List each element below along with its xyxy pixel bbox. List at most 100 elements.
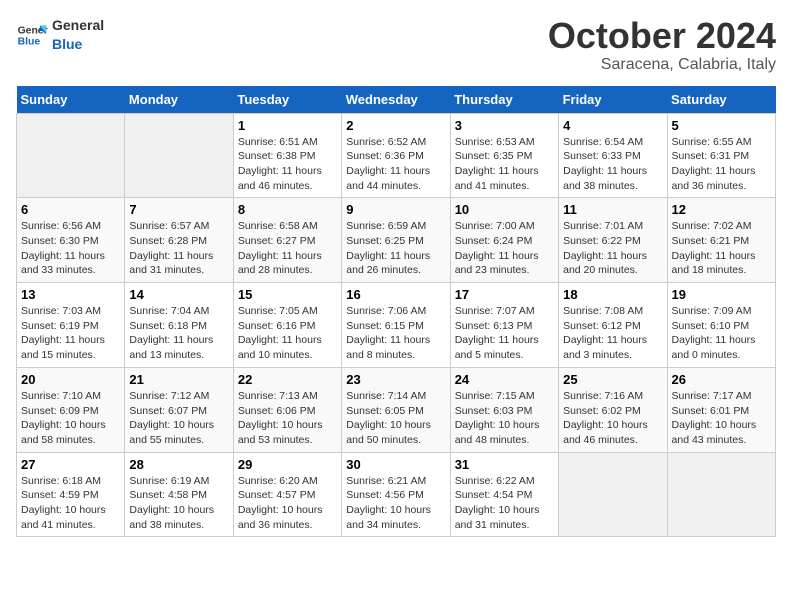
day-header-tuesday: Tuesday xyxy=(233,86,341,114)
day-number: 20 xyxy=(21,372,120,387)
day-info: Sunrise: 6:21 AM Sunset: 4:56 PM Dayligh… xyxy=(346,474,445,533)
day-info: Sunrise: 7:14 AM Sunset: 6:05 PM Dayligh… xyxy=(346,389,445,448)
day-number: 28 xyxy=(129,457,228,472)
calendar-cell: 16Sunrise: 7:06 AM Sunset: 6:15 PM Dayli… xyxy=(342,283,450,368)
logo-blue-text: Blue xyxy=(52,36,82,52)
day-number: 11 xyxy=(563,202,662,217)
calendar-cell: 12 Sunrise: 7:02 AM Sunset: 6:21 PM Dayli… xyxy=(667,198,775,283)
day-number: 24 xyxy=(455,372,554,387)
day-info: Sunrise: 6:57 AM Sunset: 6:28 PM Dayligh… xyxy=(129,219,228,278)
day-number: 4 xyxy=(563,118,662,133)
calendar-cell: 4 Sunrise: 6:54 AM Sunset: 6:33 PM Daylig… xyxy=(559,113,667,198)
calendar-cell: 24Sunrise: 7:15 AM Sunset: 6:03 PM Dayli… xyxy=(450,367,558,452)
day-number: 30 xyxy=(346,457,445,472)
logo: General Blue General Blue xyxy=(16,16,104,54)
calendar-cell: 23 Sunrise: 7:14 AM Sunset: 6:05 PM Dayli… xyxy=(342,367,450,452)
day-number: 3 xyxy=(455,118,554,133)
day-header-wednesday: Wednesday xyxy=(342,86,450,114)
day-number: 26 xyxy=(672,372,771,387)
day-header-saturday: Saturday xyxy=(667,86,775,114)
day-number: 5 xyxy=(672,118,771,133)
days-header-row: SundayMondayTuesdayWednesdayThursdayFrid… xyxy=(17,86,776,114)
calendar-cell: 3 Sunrise: 6:53 AM Sunset: 6:35 PM Daylig… xyxy=(450,113,558,198)
day-info: Sunrise: 7:12 AM Sunset: 6:07 PM Dayligh… xyxy=(129,389,228,448)
day-info: Sunrise: 7:13 AM Sunset: 6:06 PM Dayligh… xyxy=(238,389,337,448)
day-info: Sunrise: 6:59 AM Sunset: 6:25 PM Dayligh… xyxy=(346,219,445,278)
day-number: 18 xyxy=(563,287,662,302)
day-number: 6 xyxy=(21,202,120,217)
calendar-cell: 19 Sunrise: 7:09 AM Sunset: 6:10 PM Dayli… xyxy=(667,283,775,368)
logo-icon: General Blue xyxy=(16,19,48,51)
day-number: 13 xyxy=(21,287,120,302)
day-number: 31 xyxy=(455,457,554,472)
day-info: Sunrise: 7:10 AM Sunset: 6:09 PM Dayligh… xyxy=(21,389,120,448)
day-info: Sunrise: 7:00 AM Sunset: 6:24 PM Dayligh… xyxy=(455,219,554,278)
calendar-cell: 29Sunrise: 6:20 AM Sunset: 4:57 PM Dayli… xyxy=(233,452,341,537)
calendar-cell: 8Sunrise: 6:58 AM Sunset: 6:27 PM Daylig… xyxy=(233,198,341,283)
day-info: Sunrise: 6:52 AM Sunset: 6:36 PM Dayligh… xyxy=(346,135,445,194)
day-number: 23 xyxy=(346,372,445,387)
calendar-cell: 27 Sunrise: 6:18 AM Sunset: 4:59 PM Dayli… xyxy=(17,452,125,537)
day-number: 14 xyxy=(129,287,228,302)
day-number: 9 xyxy=(346,202,445,217)
day-number: 21 xyxy=(129,372,228,387)
day-info: Sunrise: 6:19 AM Sunset: 4:58 PM Dayligh… xyxy=(129,474,228,533)
calendar-cell: 2 Sunrise: 6:52 AM Sunset: 6:36 PM Daylig… xyxy=(342,113,450,198)
day-info: Sunrise: 7:08 AM Sunset: 6:12 PM Dayligh… xyxy=(563,304,662,363)
week-row-5: 27 Sunrise: 6:18 AM Sunset: 4:59 PM Dayli… xyxy=(17,452,776,537)
calendar-table: SundayMondayTuesdayWednesdayThursdayFrid… xyxy=(16,86,776,538)
day-info: Sunrise: 7:05 AM Sunset: 6:16 PM Dayligh… xyxy=(238,304,337,363)
day-info: Sunrise: 7:02 AM Sunset: 6:21 PM Dayligh… xyxy=(672,219,771,278)
day-info: Sunrise: 7:17 AM Sunset: 6:01 PM Dayligh… xyxy=(672,389,771,448)
day-header-friday: Friday xyxy=(559,86,667,114)
day-info: Sunrise: 6:51 AM Sunset: 6:38 PM Dayligh… xyxy=(238,135,337,194)
calendar-cell: 26 Sunrise: 7:17 AM Sunset: 6:01 PM Dayli… xyxy=(667,367,775,452)
calendar-cell: 10 Sunrise: 7:00 AM Sunset: 6:24 PM Dayli… xyxy=(450,198,558,283)
day-info: Sunrise: 7:09 AM Sunset: 6:10 PM Dayligh… xyxy=(672,304,771,363)
day-number: 1 xyxy=(238,118,337,133)
week-row-3: 13 Sunrise: 7:03 AM Sunset: 6:19 PM Dayli… xyxy=(17,283,776,368)
calendar-cell: 18 Sunrise: 7:08 AM Sunset: 6:12 PM Dayli… xyxy=(559,283,667,368)
day-info: Sunrise: 6:55 AM Sunset: 6:31 PM Dayligh… xyxy=(672,135,771,194)
calendar-cell: 7Sunrise: 6:57 AM Sunset: 6:28 PM Daylig… xyxy=(125,198,233,283)
day-info: Sunrise: 6:54 AM Sunset: 6:33 PM Dayligh… xyxy=(563,135,662,194)
day-number: 22 xyxy=(238,372,337,387)
day-info: Sunrise: 7:07 AM Sunset: 6:13 PM Dayligh… xyxy=(455,304,554,363)
calendar-cell: 15 Sunrise: 7:05 AM Sunset: 6:16 PM Dayli… xyxy=(233,283,341,368)
day-number: 19 xyxy=(672,287,771,302)
calendar-cell xyxy=(125,113,233,198)
week-row-2: 6Sunrise: 6:56 AM Sunset: 6:30 PM Daylig… xyxy=(17,198,776,283)
day-number: 2 xyxy=(346,118,445,133)
day-number: 17 xyxy=(455,287,554,302)
calendar-cell: 22 Sunrise: 7:13 AM Sunset: 6:06 PM Dayli… xyxy=(233,367,341,452)
calendar-cell: 21 Sunrise: 7:12 AM Sunset: 6:07 PM Dayli… xyxy=(125,367,233,452)
day-header-monday: Monday xyxy=(125,86,233,114)
day-header-thursday: Thursday xyxy=(450,86,558,114)
calendar-cell: 5 Sunrise: 6:55 AM Sunset: 6:31 PM Daylig… xyxy=(667,113,775,198)
day-info: Sunrise: 6:22 AM Sunset: 4:54 PM Dayligh… xyxy=(455,474,554,533)
month-title: October 2024 xyxy=(548,16,776,56)
svg-text:Blue: Blue xyxy=(18,37,41,48)
calendar-cell: 25 Sunrise: 7:16 AM Sunset: 6:02 PM Dayli… xyxy=(559,367,667,452)
day-number: 27 xyxy=(21,457,120,472)
logo-general-text: General xyxy=(52,17,104,33)
calendar-cell: 17 Sunrise: 7:07 AM Sunset: 6:13 PM Dayli… xyxy=(450,283,558,368)
day-number: 25 xyxy=(563,372,662,387)
day-info: Sunrise: 7:16 AM Sunset: 6:02 PM Dayligh… xyxy=(563,389,662,448)
day-info: Sunrise: 7:03 AM Sunset: 6:19 PM Dayligh… xyxy=(21,304,120,363)
page-header: General Blue General Blue October 2024 S… xyxy=(16,16,776,74)
day-info: Sunrise: 6:18 AM Sunset: 4:59 PM Dayligh… xyxy=(21,474,120,533)
calendar-cell: 31 Sunrise: 6:22 AM Sunset: 4:54 PM Dayli… xyxy=(450,452,558,537)
day-header-sunday: Sunday xyxy=(17,86,125,114)
day-number: 12 xyxy=(672,202,771,217)
calendar-cell: 28 Sunrise: 6:19 AM Sunset: 4:58 PM Dayli… xyxy=(125,452,233,537)
calendar-cell: 30 Sunrise: 6:21 AM Sunset: 4:56 PM Dayli… xyxy=(342,452,450,537)
day-number: 10 xyxy=(455,202,554,217)
calendar-cell: 13 Sunrise: 7:03 AM Sunset: 6:19 PM Dayli… xyxy=(17,283,125,368)
day-info: Sunrise: 7:06 AM Sunset: 6:15 PM Dayligh… xyxy=(346,304,445,363)
calendar-cell xyxy=(667,452,775,537)
day-info: Sunrise: 7:04 AM Sunset: 6:18 PM Dayligh… xyxy=(129,304,228,363)
day-info: Sunrise: 6:53 AM Sunset: 6:35 PM Dayligh… xyxy=(455,135,554,194)
day-number: 15 xyxy=(238,287,337,302)
calendar-cell: 14 Sunrise: 7:04 AM Sunset: 6:18 PM Dayli… xyxy=(125,283,233,368)
